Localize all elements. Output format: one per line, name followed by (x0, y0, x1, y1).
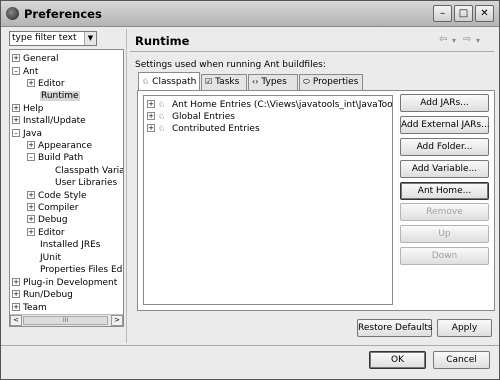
types-icon: ‹› (252, 77, 259, 86)
expand-icon[interactable]: + (12, 277, 20, 286)
tab-tasks[interactable]: ☑ Tasks (201, 74, 247, 90)
tree-item-help[interactable]: + Help (12, 103, 44, 115)
selected-tree-label: Runtime (40, 91, 80, 101)
expand-icon[interactable]: + (27, 202, 35, 211)
tree-item-java-editor[interactable]: + Editor (27, 227, 65, 239)
tree-item-ant-home-entries[interactable]: + ♘ Ant Home Entries (C:\Views\javatools_i… (147, 99, 392, 111)
expand-icon[interactable]: + (147, 123, 155, 132)
filter-text: type filter text (12, 33, 77, 43)
tree-item-code-style[interactable]: + Code Style (27, 190, 87, 202)
tree-item-build-path[interactable]: – Build Path (27, 152, 83, 164)
forward-arrow-icon[interactable]: ⇨ (463, 34, 471, 45)
tree-item-properties-files-editor[interactable]: Properties Files Editor (40, 264, 123, 276)
classpath-entry-icon: ♘ (158, 112, 166, 121)
collapse-icon[interactable]: – (12, 128, 20, 137)
scroll-left-icon[interactable]: < (10, 315, 22, 326)
expand-icon[interactable]: + (12, 302, 20, 311)
back-menu-icon[interactable]: ▾ (452, 36, 456, 45)
back-arrow-icon[interactable]: ⇦ (439, 34, 447, 45)
tab-properties[interactable]: ⬭ Properties (299, 74, 363, 90)
tree-item-appearance[interactable]: + Appearance (27, 140, 92, 152)
expand-icon[interactable]: + (147, 111, 155, 120)
expand-icon[interactable]: + (27, 227, 35, 236)
tree-item-run-debug[interactable]: + Run/Debug (12, 289, 73, 301)
forward-menu-icon[interactable]: ▾ (476, 36, 480, 45)
tree-item-install-update[interactable]: + Install/Update (12, 115, 86, 127)
ok-button[interactable]: OK (369, 351, 426, 369)
close-button[interactable]: ✕ (475, 5, 494, 22)
tree-item-installed-jres[interactable]: Installed JREs (40, 239, 101, 251)
classpath-icon: ♘ (142, 77, 150, 86)
expand-icon[interactable]: + (27, 190, 35, 199)
cancel-button[interactable]: Cancel (433, 351, 490, 369)
scrollbar-thumb[interactable]: III (23, 316, 108, 325)
expand-icon[interactable]: + (12, 289, 20, 298)
tree-item-ant-runtime[interactable]: Runtime (40, 90, 80, 102)
properties-icon: ⬭ (303, 77, 310, 86)
maximize-button[interactable]: □ (454, 5, 473, 22)
tree-item-plugin-development[interactable]: + Plug-in Development (12, 277, 117, 289)
expand-icon[interactable]: + (27, 140, 35, 149)
ant-home-button[interactable]: Ant Home... (400, 182, 489, 200)
scroll-right-icon[interactable]: > (111, 315, 123, 326)
tree-item-user-libraries[interactable]: User Libraries (55, 177, 117, 189)
apply-button[interactable]: Apply (437, 319, 492, 337)
classpath-entry-icon: ♘ (158, 100, 166, 109)
window-title: Preferences (24, 7, 102, 21)
title-bar[interactable]: Preferences – □ ✕ (1, 1, 499, 27)
expand-icon[interactable]: + (27, 214, 35, 223)
tab-types[interactable]: ‹› Types (248, 74, 298, 90)
tree-item-ant[interactable]: – Ant (12, 66, 38, 78)
classpath-tree[interactable]: + ♘ Ant Home Entries (C:\Views\javatools_i… (143, 95, 393, 305)
expand-icon[interactable]: + (12, 53, 20, 62)
filter-input[interactable]: type filter text ▼ (9, 31, 97, 46)
tree-item-classpath-variables[interactable]: Classpath Variables (55, 165, 123, 177)
expand-icon[interactable]: + (12, 115, 20, 124)
collapse-icon[interactable]: – (12, 66, 20, 75)
remove-button[interactable]: Remove (400, 203, 489, 221)
add-external-jars-button[interactable]: Add External JARs... (400, 116, 490, 134)
add-folder-button[interactable]: Add Folder... (400, 138, 489, 156)
tree-item-contributed-entries[interactable]: + ♘ Contributed Entries (147, 123, 260, 135)
up-button[interactable]: Up (400, 225, 489, 243)
expand-icon[interactable]: + (27, 78, 35, 87)
tree-item-general[interactable]: + General (12, 53, 58, 65)
page-description: Settings used when running Ant buildfile… (135, 60, 326, 70)
minimize-button[interactable]: – (433, 5, 452, 22)
tree-item-ant-editor[interactable]: + Editor (27, 78, 65, 90)
page-title: Runtime (135, 34, 190, 48)
tree-item-global-entries[interactable]: + ♘ Global Entries (147, 111, 235, 123)
tasks-icon: ☑ (205, 77, 213, 86)
filter-dropdown-icon[interactable]: ▼ (84, 32, 96, 45)
tree-item-team[interactable]: + Team (12, 302, 47, 314)
tree-item-java[interactable]: – Java (12, 128, 42, 140)
header-separator (130, 51, 494, 52)
bottom-separator (1, 345, 499, 346)
down-button[interactable]: Down (400, 247, 489, 265)
tree-item-debug[interactable]: + Debug (27, 214, 68, 226)
preferences-tree[interactable]: + General – Ant + Editor Runtime + Help + Ins… (9, 49, 124, 327)
add-jars-button[interactable]: Add JARs... (400, 94, 489, 112)
restore-defaults-button[interactable]: Restore Defaults (357, 319, 433, 337)
tree-horizontal-scrollbar[interactable]: < III > (10, 314, 123, 326)
tree-item-compiler[interactable]: + Compiler (27, 202, 79, 214)
expand-icon[interactable]: + (147, 99, 155, 108)
classpath-entry-icon: ♘ (158, 124, 166, 133)
collapse-icon[interactable]: – (27, 152, 35, 161)
tree-item-junit[interactable]: JUnit (40, 252, 61, 264)
eclipse-icon (6, 7, 19, 20)
tab-classpath[interactable]: ♘ Classpath (138, 72, 200, 91)
preferences-window: Preferences – □ ✕ type filter text ▼ + Ge… (0, 0, 500, 380)
expand-icon[interactable]: + (12, 103, 20, 112)
pane-splitter[interactable] (126, 29, 129, 343)
add-variable-button[interactable]: Add Variable... (400, 160, 489, 178)
